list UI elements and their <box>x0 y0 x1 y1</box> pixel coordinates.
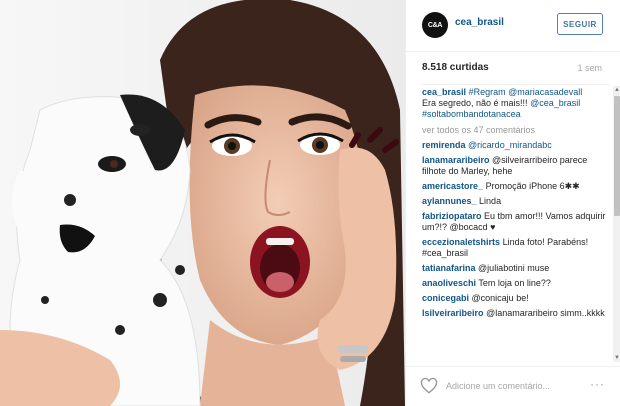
likes-count[interactable]: 8.518 curtidas <box>422 62 489 73</box>
comment-item: aylannunes_ Linda <box>422 196 610 207</box>
comment-username[interactable]: americastore_ <box>422 181 483 191</box>
comment-item: americastore_ Promoção iPhone 6✱✱ <box>422 181 610 192</box>
comment-item: conicegabi @conicaju be! <box>422 293 610 304</box>
scroll-up-icon[interactable]: ▲ <box>613 86 620 94</box>
comment-username[interactable]: eccezionaletshirts <box>422 237 500 247</box>
comments-list[interactable]: cea_brasil #Regram @mariacasadevall Era … <box>422 84 610 362</box>
username-link[interactable]: cea_brasil <box>455 17 504 28</box>
scrollbar-thumb[interactable] <box>614 96 620 216</box>
comment-item: lanamararibeiro @silveirarribeiro parece… <box>422 155 610 177</box>
comment-username[interactable]: lanamararibeiro <box>422 155 490 165</box>
comment-item: lsilveiraribeiro @lanamararibeiro simm..… <box>422 308 610 319</box>
comment-text: @lanamararibeiro simm..kkkk <box>486 308 605 318</box>
caption-tags[interactable]: #Regram @mariacasadevall <box>469 87 583 97</box>
post-caption: cea_brasil #Regram @mariacasadevall Era … <box>422 87 610 120</box>
comment-username[interactable]: tatianafarina <box>422 263 476 273</box>
view-all-comments-link[interactable]: ver todos os 47 comentários <box>422 125 610 135</box>
comment-username[interactable]: anaoliveschi <box>422 278 476 288</box>
scroll-down-icon[interactable]: ▼ <box>613 354 620 362</box>
comment-username[interactable]: fabriziopataro <box>422 211 482 221</box>
caption-hashtag[interactable]: #soltabombandotanacea <box>422 109 521 119</box>
caption-username[interactable]: cea_brasil <box>422 87 466 97</box>
comment-text[interactable]: @ricardo_mirandabc <box>468 140 552 150</box>
add-comment-input[interactable] <box>446 379 586 393</box>
post-photo[interactable] <box>0 0 405 406</box>
comment-text: @conicaju be! <box>471 293 529 303</box>
comment-item: fabriziopataro Eu tbm amor!!! Vamos adqu… <box>422 211 610 233</box>
comment-username[interactable]: remirenda <box>422 140 466 150</box>
comment-item: anaoliveschi Tem loja on line?? <box>422 278 610 289</box>
comment-text: Tem loja on line?? <box>478 278 551 288</box>
post-time[interactable]: 1 sem <box>577 63 602 73</box>
comment-username[interactable]: aylannunes_ <box>422 196 477 206</box>
more-icon[interactable]: ··· <box>590 377 605 391</box>
comment-text: @juliabotini muse <box>478 263 550 273</box>
avatar[interactable]: C&A <box>422 12 448 38</box>
comment-item: eccezionaletshirts Linda foto! Parabéns!… <box>422 237 610 259</box>
follow-button[interactable]: SEGUIR <box>557 13 603 35</box>
comment-item: tatianafarina @juliabotini muse <box>422 263 610 274</box>
caption-mention[interactable]: @cea_brasil <box>530 98 580 108</box>
comment-username[interactable]: conicegabi <box>422 293 469 303</box>
comment-bar: ··· <box>406 366 620 406</box>
caption-text: Era segredo, não é mais!!! <box>422 98 528 108</box>
comment-text: Promoção iPhone 6✱✱ <box>485 181 580 191</box>
comments-scrollbar[interactable]: ▲ ▼ <box>613 86 620 362</box>
post-header: C&A cea_brasil SEGUIR <box>406 0 620 52</box>
comment-item: remirenda @ricardo_mirandabc <box>422 140 610 151</box>
post-sidebar: C&A cea_brasil SEGUIR 8.518 curtidas 1 s… <box>405 0 620 406</box>
comment-text: Linda <box>479 196 502 206</box>
instagram-post-window: C&A cea_brasil SEGUIR 8.518 curtidas 1 s… <box>0 0 620 406</box>
comment-username[interactable]: lsilveiraribeiro <box>422 308 484 318</box>
heart-icon[interactable] <box>420 377 438 395</box>
